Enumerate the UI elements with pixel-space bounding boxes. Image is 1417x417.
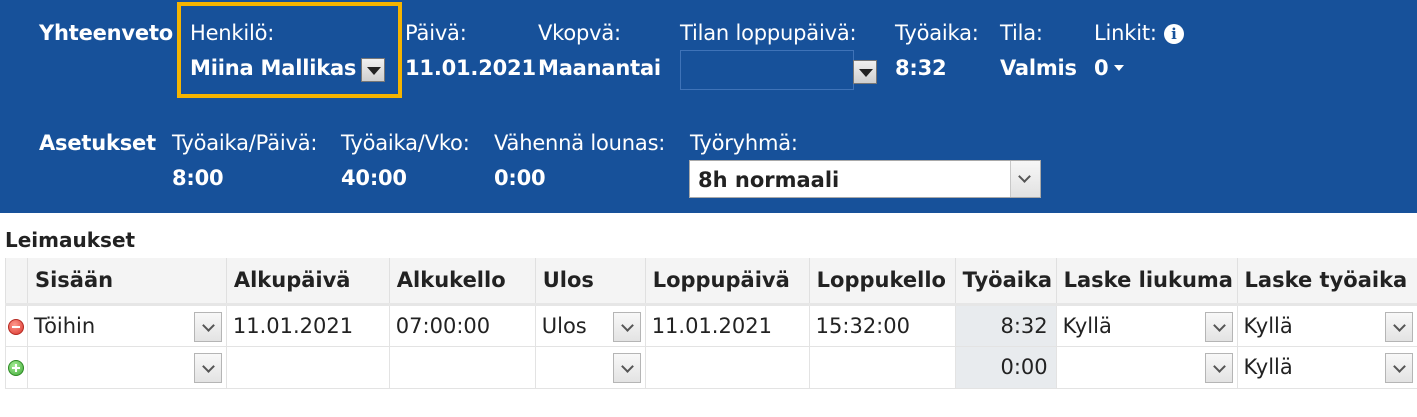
chevron-down-icon[interactable] [193, 352, 222, 383]
date-value: 11.01.2021 [405, 56, 536, 80]
chevron-down-icon[interactable] [1385, 311, 1413, 342]
table-row: 0:00 Kyllä [5, 346, 1417, 389]
column-header[interactable]: Ulos [534, 258, 646, 306]
day-worktime-value: 8:00 [172, 166, 224, 190]
column-header[interactable]: Alkukello [388, 258, 536, 306]
week-worktime-label: Työaika/Vko: [341, 131, 470, 155]
chevron-down-icon[interactable] [1385, 352, 1413, 383]
start-time-cell[interactable] [388, 346, 536, 389]
calc-flex-value: Kyllä [1062, 313, 1112, 338]
out-type-cell[interactable] [534, 346, 646, 389]
out-type-value: Ulos [541, 313, 587, 338]
lunch-deduction-label: Vähennä lounas: [494, 131, 666, 155]
row-action-cell [5, 304, 28, 347]
worktime-cell: 0:00 [954, 346, 1057, 389]
date-label: Päivä: [405, 21, 467, 45]
person-label: Henkilö: [190, 21, 275, 45]
table-row: Töihin 11.01.2021 07:00:00 Ulos 11.01.20… [5, 304, 1417, 347]
start-date-cell[interactable] [225, 346, 390, 389]
summary-panel: Yhteenveto Henkilö: Miina Mallikas Päivä… [0, 0, 1417, 213]
worktime-label: Työaika: [895, 21, 979, 45]
person-dropdown-arrow-icon[interactable] [361, 58, 385, 82]
calc-flex-cell[interactable]: Kyllä [1055, 304, 1238, 347]
state-value: Valmis [1000, 56, 1077, 80]
calc-worktime-value: Kyllä [1243, 313, 1293, 338]
chevron-down-icon[interactable] [612, 352, 641, 383]
end-time-cell[interactable] [808, 346, 956, 389]
column-header[interactable]: Työaika [954, 258, 1057, 306]
worktime-value: 8:32 [895, 56, 947, 80]
header-action [5, 258, 28, 306]
chevron-down-icon[interactable] [1204, 311, 1233, 342]
add-row-icon[interactable] [8, 360, 25, 376]
stamps-table: Sisään Alkupäivä Alkukello Ulos Loppupäi… [5, 258, 1417, 389]
info-icon[interactable]: i [1164, 24, 1184, 44]
status-end-date-input[interactable] [680, 50, 854, 90]
column-header[interactable]: Alkupäivä [225, 258, 390, 306]
state-label: Tila: [1000, 21, 1043, 45]
person-highlight-frame [177, 2, 402, 98]
chevron-down-icon[interactable] [612, 311, 641, 342]
column-header[interactable]: Loppukello [808, 258, 956, 306]
end-date-cell[interactable] [644, 346, 810, 389]
calc-worktime-cell[interactable]: Kyllä [1236, 346, 1417, 389]
start-date-cell[interactable]: 11.01.2021 [225, 304, 390, 347]
row-action-cell [5, 346, 28, 389]
weekday-value: Maanantai [538, 56, 661, 80]
in-type-cell[interactable]: Töihin [26, 304, 227, 347]
column-header[interactable]: Loppupäivä [644, 258, 810, 306]
settings-section-label: Asetukset [39, 131, 156, 155]
in-type-value: Töihin [33, 313, 96, 338]
table-header-row: Sisään Alkupäivä Alkukello Ulos Loppupäi… [5, 258, 1417, 306]
links-count[interactable]: 0 [1094, 56, 1109, 80]
status-end-date-dropdown-icon[interactable] [853, 60, 877, 84]
end-date-cell[interactable]: 11.01.2021 [644, 304, 810, 347]
workgroup-select[interactable]: 8h normaali [689, 160, 1041, 198]
summary-section-label: Yhteenveto [39, 21, 174, 45]
end-time-cell[interactable]: 15:32:00 [808, 304, 956, 347]
column-header[interactable]: Laske työaika [1236, 258, 1417, 306]
chevron-down-icon[interactable] [1204, 352, 1233, 383]
week-worktime-value: 40:00 [341, 166, 407, 190]
out-type-cell[interactable]: Ulos [534, 304, 646, 347]
calc-worktime-value: Kyllä [1243, 355, 1293, 379]
column-header[interactable]: Laske liukuma [1055, 258, 1238, 306]
links-label: Linkit: [1094, 21, 1157, 45]
stamps-title: Leimaukset [5, 228, 136, 252]
workgroup-chevron-down-icon[interactable] [1010, 161, 1040, 197]
workgroup-value: 8h normaali [698, 168, 840, 192]
start-time-cell[interactable]: 07:00:00 [388, 304, 536, 347]
day-worktime-label: Työaika/Päivä: [172, 131, 318, 155]
weekday-label: Vkopvä: [538, 21, 621, 45]
remove-row-icon[interactable] [8, 318, 25, 335]
calc-flex-cell[interactable] [1055, 346, 1238, 389]
column-header[interactable]: Sisään [26, 258, 227, 306]
chevron-down-icon[interactable] [193, 311, 222, 342]
calc-worktime-cell[interactable]: Kyllä [1236, 304, 1417, 347]
links-caret-icon[interactable] [1114, 65, 1124, 71]
in-type-cell[interactable] [26, 346, 227, 389]
lunch-deduction-value: 0:00 [494, 166, 546, 190]
worktime-cell: 8:32 [954, 304, 1057, 347]
workgroup-label: Työryhmä: [690, 131, 798, 155]
person-value[interactable]: Miina Mallikas [190, 56, 356, 80]
status-end-date-label: Tilan loppupäivä: [680, 21, 857, 45]
